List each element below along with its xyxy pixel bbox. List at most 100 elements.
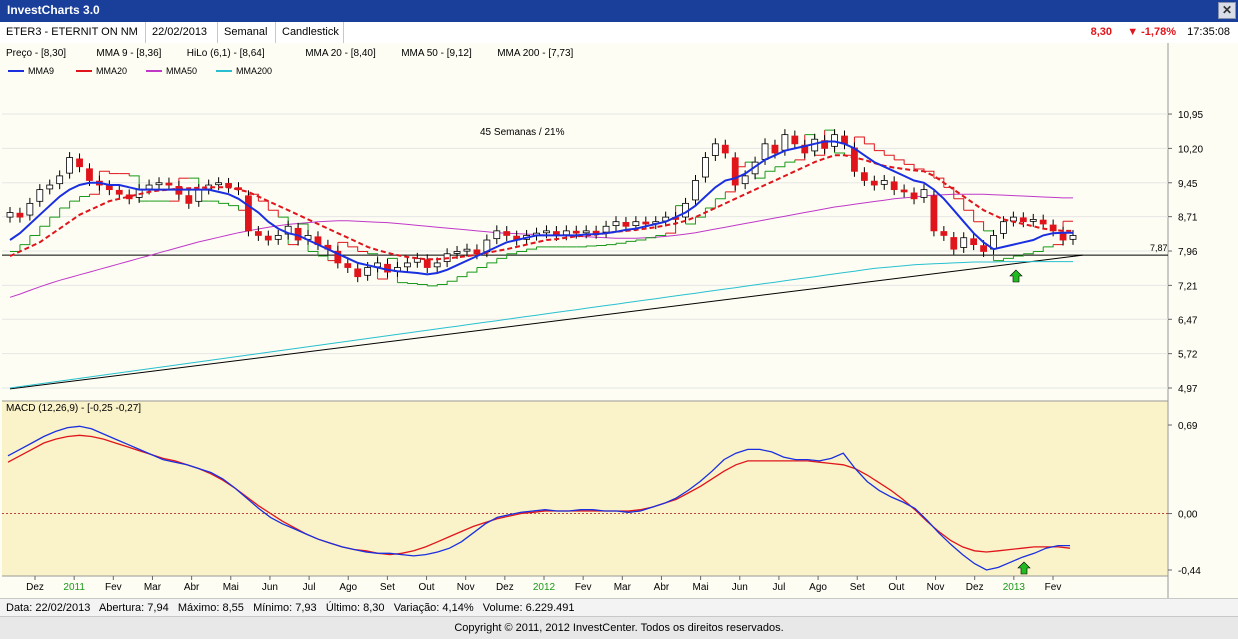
candle-body [67,158,73,174]
candle-body [543,231,549,233]
legend-label: MMA50 [166,66,197,76]
candle-body [1030,219,1036,221]
candle-body [404,263,410,267]
candle-body [265,236,271,240]
legend-label: MMA20 [96,66,127,76]
x-tick-label: Mar [144,582,162,593]
candle-body [832,135,838,147]
candle-body [951,238,957,250]
candle-body [702,158,708,177]
indicator-label: MMA 200 - [7,73] [497,48,573,59]
candle-body [186,196,192,204]
candle-body [643,222,649,224]
main-panel-bg [2,43,1168,398]
candle-body [7,213,13,218]
y-tick-label: 10,95 [1178,110,1203,121]
candle-body [116,190,122,194]
info-last: Último: 8,30 [326,602,385,614]
candle-body [961,238,967,248]
candle-body [921,190,927,198]
candle-body [355,269,361,277]
candle-body [623,222,629,226]
candle-body [861,173,867,181]
info-low: Mínimo: 7,93 [253,602,317,614]
candle-body [1000,222,1006,234]
candle-body [57,176,63,184]
candle-body [712,144,718,156]
candle-body [911,193,917,199]
candle-body [1070,235,1076,239]
legend-label: MMA9 [28,66,54,76]
candle-body [971,239,977,245]
x-tick-label: Set [380,582,395,593]
indicator-label: MMA 50 - [9,12] [401,48,472,59]
info-open: Abertura: 7,94 [99,602,169,614]
y-tick-label: 0,00 [1178,510,1198,521]
candle-body [563,231,569,235]
price-change: ▼ -1,78% [1127,22,1176,43]
x-tick-label: Abr [184,582,200,593]
x-tick-label: Mai [693,582,709,593]
x-tick-label: Ago [339,582,357,593]
y-tick-label: 7,96 [1178,247,1198,258]
legend-label: MMA200 [236,66,272,76]
y-tick-label: -0,44 [1178,566,1201,577]
ticker-selector[interactable]: ETER3 - ETERNIT ON NM [0,22,146,43]
candle-body [365,268,371,276]
x-tick-label: Nov [927,582,945,593]
x-tick-label: Fev [1045,582,1062,593]
chart-annotation: 45 Semanas / 21% [480,127,565,138]
x-tick-label: Ago [809,582,827,593]
candle-body [454,251,460,253]
x-tick-label: 2011 [63,582,85,593]
y-tick-label: 9,45 [1178,179,1198,190]
x-tick-label: Fev [105,582,122,593]
candle-body [871,181,877,185]
x-tick-label: Dez [496,582,514,593]
candle-body [613,222,619,226]
clock: 17:35:08 [1187,22,1230,43]
candle-body [931,196,937,231]
close-icon[interactable]: ✕ [1218,2,1236,19]
date-field[interactable]: 22/02/2013 [146,22,218,43]
candle-body [156,183,162,185]
candle-body [891,182,897,190]
y-tick-label: 0,69 [1178,421,1198,432]
candle-body [166,183,172,185]
info-date: Data: 22/02/2013 [6,602,90,614]
x-tick-label: Dez [26,582,44,593]
x-tick-label: Abr [654,582,670,593]
x-tick-label: Jul [773,582,786,593]
candle-body [196,190,202,202]
y-tick-label: 6,47 [1178,315,1198,326]
candle-body [86,169,92,181]
info-volume: Volume: 6.229.491 [483,602,575,614]
indicator-label: Preço - [8,30] [6,48,66,59]
candle-body [474,250,480,254]
y-tick-label: 4,97 [1178,384,1198,395]
candle-body [17,213,23,217]
candle-body [434,263,440,267]
copyright: Copyright © 2011, 2012 InvestCenter. Tod… [0,616,1238,639]
candle-body [146,185,152,189]
indicator-label: MMA 20 - [8,40] [305,48,376,59]
candle-body [981,246,987,252]
candle-body [583,231,589,233]
chart-area: Preço - [8,30]MMA 9 - [8,36]HiLo (6,1) -… [0,43,1238,598]
candle-body [722,145,728,153]
candle-body [792,136,798,144]
chart-type-selector[interactable]: Candlestick [276,22,344,43]
candle-body [692,180,698,199]
candle-body [216,183,222,185]
candle-body [901,190,907,192]
candle-body [464,249,470,251]
candle-body [424,260,430,268]
period-selector[interactable]: Semanal [218,22,276,43]
candle-body [255,232,261,236]
app-title: InvestCharts 3.0 [7,3,100,17]
x-tick-label: Nov [457,582,475,593]
info-change: Variação: 4,14% [394,602,474,614]
candle-body [77,159,83,167]
x-tick-label: Out [888,582,904,593]
indicator-label: MMA 9 - [8,36] [96,48,161,59]
